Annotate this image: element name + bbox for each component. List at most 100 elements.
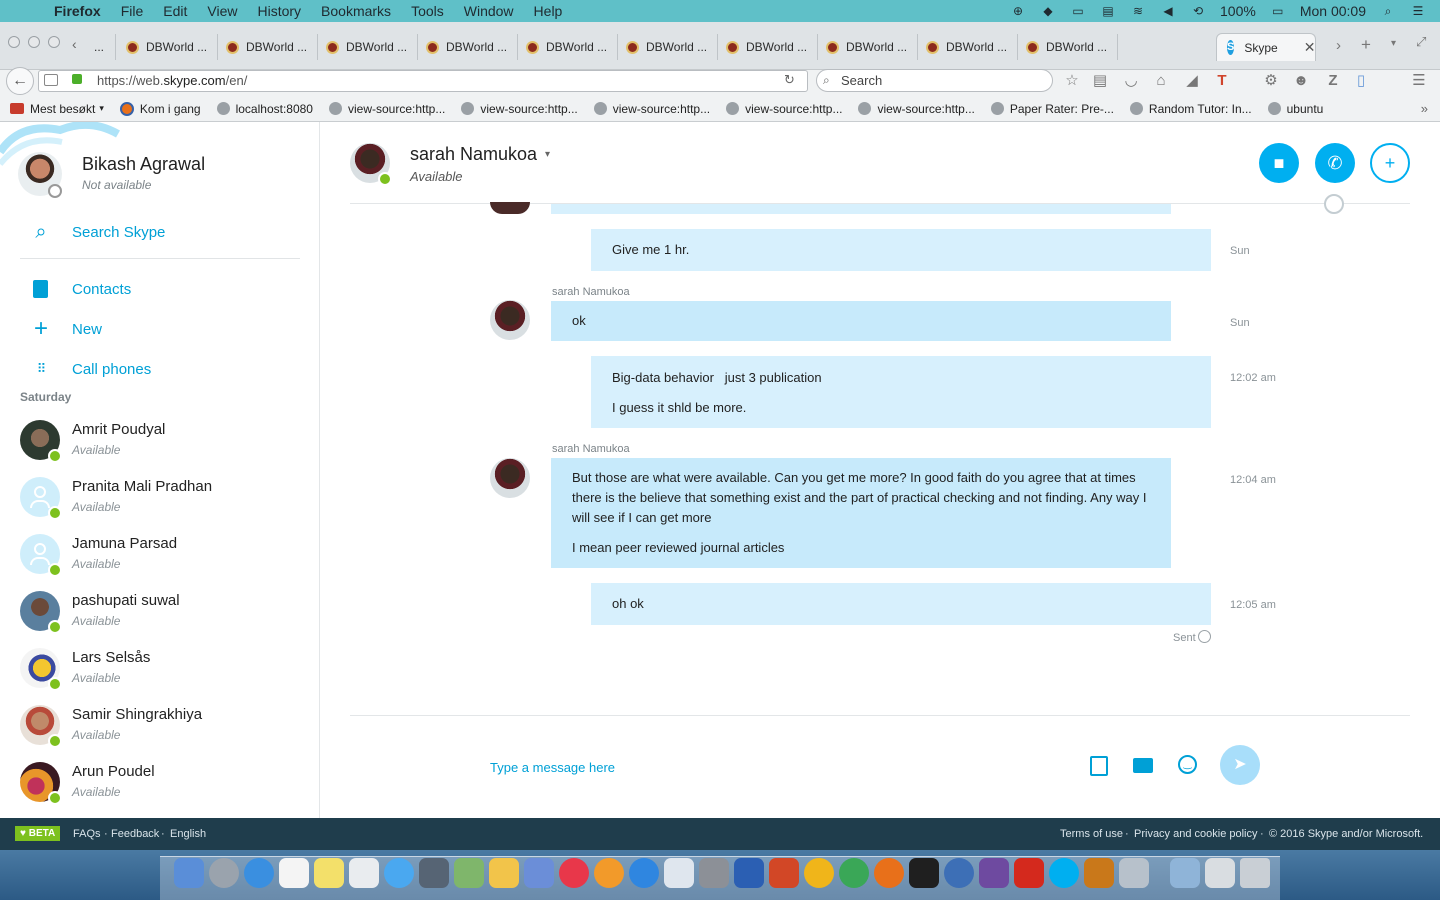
- message-bubble-incoming[interactable]: ok: [551, 301, 1171, 341]
- numbers-icon[interactable]: [524, 858, 554, 888]
- tab-dbworld[interactable]: DBWorld ...: [918, 34, 1018, 60]
- github-icon[interactable]: [979, 858, 1009, 888]
- documents-stack-icon[interactable]: [1205, 858, 1235, 888]
- dropbox-icon[interactable]: ◆: [1040, 4, 1056, 18]
- bookmark-paper-rater[interactable]: Paper Rater: Pre-...: [990, 102, 1114, 116]
- tab-partial[interactable]: ...: [86, 34, 116, 60]
- contacts-link[interactable]: Contacts: [72, 281, 131, 298]
- menu-bookmarks[interactable]: Bookmarks: [321, 3, 391, 19]
- skype-icon[interactable]: [1049, 858, 1079, 888]
- preview-icon[interactable]: [349, 858, 379, 888]
- terms-link[interactable]: Terms of use: [1060, 828, 1123, 840]
- opera-icon[interactable]: [804, 858, 834, 888]
- profile-status[interactable]: Not available: [82, 178, 151, 192]
- tab-dbworld[interactable]: DBWorld ...: [318, 34, 418, 60]
- send-message-button[interactable]: ➤: [1220, 745, 1260, 785]
- menu-edit[interactable]: Edit: [163, 3, 187, 19]
- close-window-icon[interactable]: [8, 36, 20, 48]
- tab-dbworld[interactable]: DBWorld ...: [818, 34, 918, 60]
- message-bubble-incoming[interactable]: But those are what were available. Can y…: [551, 458, 1171, 568]
- chevron-down-icon[interactable]: ▾: [545, 149, 550, 160]
- hamburger-menu-icon[interactable]: ☰: [1410, 72, 1428, 90]
- search-bar[interactable]: Search: [816, 69, 1053, 92]
- wifi-icon[interactable]: ≋: [1130, 4, 1146, 18]
- bookmark-view-source[interactable]: view-source:http...: [593, 102, 710, 116]
- time-machine-icon[interactable]: ⟲: [1190, 4, 1206, 18]
- launchpad-icon[interactable]: [209, 858, 239, 888]
- bookmark-most-visited[interactable]: Mest besøkt ▾: [10, 102, 104, 116]
- app-store-icon[interactable]: [629, 858, 659, 888]
- video-call-button[interactable]: ■: [1259, 143, 1299, 183]
- itunes-icon[interactable]: [559, 858, 589, 888]
- reading-list-icon[interactable]: ▤: [1091, 72, 1109, 90]
- tab-skype-active[interactable]: S Skype ✕: [1216, 33, 1316, 61]
- battery-icon[interactable]: ▭: [1270, 4, 1286, 18]
- calendar-icon[interactable]: [279, 858, 309, 888]
- menu-history[interactable]: History: [257, 3, 301, 19]
- bookmark-view-source[interactable]: view-source:http...: [328, 102, 445, 116]
- profile-name[interactable]: Bikash Agrawal: [82, 154, 205, 175]
- keynote-icon[interactable]: [664, 858, 694, 888]
- zoom-window-icon[interactable]: [48, 36, 60, 48]
- tab-dbworld[interactable]: DBWorld ...: [618, 34, 718, 60]
- sublime-text-icon[interactable]: [1084, 858, 1114, 888]
- menu-window[interactable]: Window: [464, 3, 514, 19]
- powerpoint-icon[interactable]: [769, 858, 799, 888]
- menu-view[interactable]: View: [207, 3, 237, 19]
- notification-center-icon[interactable]: ☰: [1410, 4, 1426, 18]
- close-tab-icon[interactable]: ✕: [1304, 39, 1316, 56]
- search-icon[interactable]: ⌕: [30, 221, 52, 243]
- message-bubble-outgoing[interactable]: Big-data behavior just 3 publication I g…: [591, 356, 1211, 428]
- tab-dbworld[interactable]: DBWorld ...: [218, 34, 318, 60]
- bookmark-view-source[interactable]: view-source:http...: [461, 102, 578, 116]
- tab-dbworld[interactable]: DBWorld ...: [418, 34, 518, 60]
- call-phones-link[interactable]: Call phones: [72, 361, 151, 378]
- text-tool-icon[interactable]: T: [1213, 72, 1231, 90]
- chat-contact-name[interactable]: sarah Namukoa: [410, 144, 537, 165]
- dialpad-icon[interactable]: ⠿: [30, 358, 52, 380]
- battery-app-icon[interactable]: ▤: [1100, 4, 1116, 18]
- chrome-icon[interactable]: [839, 858, 869, 888]
- safari-icon[interactable]: [244, 858, 274, 888]
- trash-icon[interactable]: [1240, 858, 1270, 888]
- contacts-book-icon[interactable]: [33, 280, 48, 298]
- new-tab-icon[interactable]: +: [1361, 35, 1371, 55]
- search-skype-link[interactable]: Search Skype: [72, 224, 165, 241]
- tab-dbworld[interactable]: DBWorld ...: [1018, 34, 1118, 60]
- send-icon[interactable]: ◢: [1183, 72, 1201, 90]
- home-icon[interactable]: ⌂: [1152, 72, 1170, 90]
- privacy-link[interactable]: Privacy and cookie policy: [1134, 828, 1258, 840]
- ibooks-icon[interactable]: [594, 858, 624, 888]
- send-file-icon[interactable]: [1090, 756, 1108, 776]
- reload-icon[interactable]: ↻: [784, 72, 795, 88]
- url-bar[interactable]: https://web.skype.com/en/: [38, 70, 808, 92]
- messages-icon[interactable]: [384, 858, 414, 888]
- new-link[interactable]: New: [72, 321, 102, 338]
- language-link[interactable]: English: [170, 828, 206, 840]
- fullscreen-icon[interactable]: ⤢: [1416, 34, 1426, 50]
- bookmark-ubuntu[interactable]: ubuntu: [1267, 102, 1323, 116]
- zotero-icon[interactable]: Z: [1324, 72, 1342, 90]
- facetime-icon[interactable]: [419, 858, 449, 888]
- menu-app-name[interactable]: Firefox: [54, 3, 101, 19]
- tab-scroll-left-icon[interactable]: ‹: [72, 36, 77, 52]
- bookmark-view-source[interactable]: view-source:http...: [726, 102, 842, 116]
- audio-call-button[interactable]: ✆: [1315, 143, 1355, 183]
- battery-percent[interactable]: 100%: [1220, 3, 1256, 19]
- pages-icon[interactable]: [489, 858, 519, 888]
- bookmark-view-source[interactable]: view-source:http...: [858, 102, 975, 116]
- tab-list-icon[interactable]: ▾: [1391, 38, 1396, 49]
- bookmark-getting-started[interactable]: Kom i gang: [119, 101, 201, 116]
- add-people-button[interactable]: +: [1370, 143, 1410, 183]
- plus-icon[interactable]: +: [30, 317, 52, 341]
- bookmark-random-tutor[interactable]: Random Tutor: In...: [1129, 102, 1252, 116]
- rstudio-icon[interactable]: [944, 858, 974, 888]
- send-contact-card-icon[interactable]: [1133, 758, 1153, 773]
- settings-gear-icon[interactable]: ⚙: [1262, 72, 1280, 90]
- photo-booth-icon[interactable]: [454, 858, 484, 888]
- tab-dbworld[interactable]: DBWorld ...: [118, 34, 218, 60]
- finder-icon[interactable]: [174, 858, 204, 888]
- back-button[interactable]: ←: [6, 67, 34, 95]
- menu-file[interactable]: File: [121, 3, 144, 19]
- chat-addon-icon[interactable]: ☻: [1292, 72, 1310, 90]
